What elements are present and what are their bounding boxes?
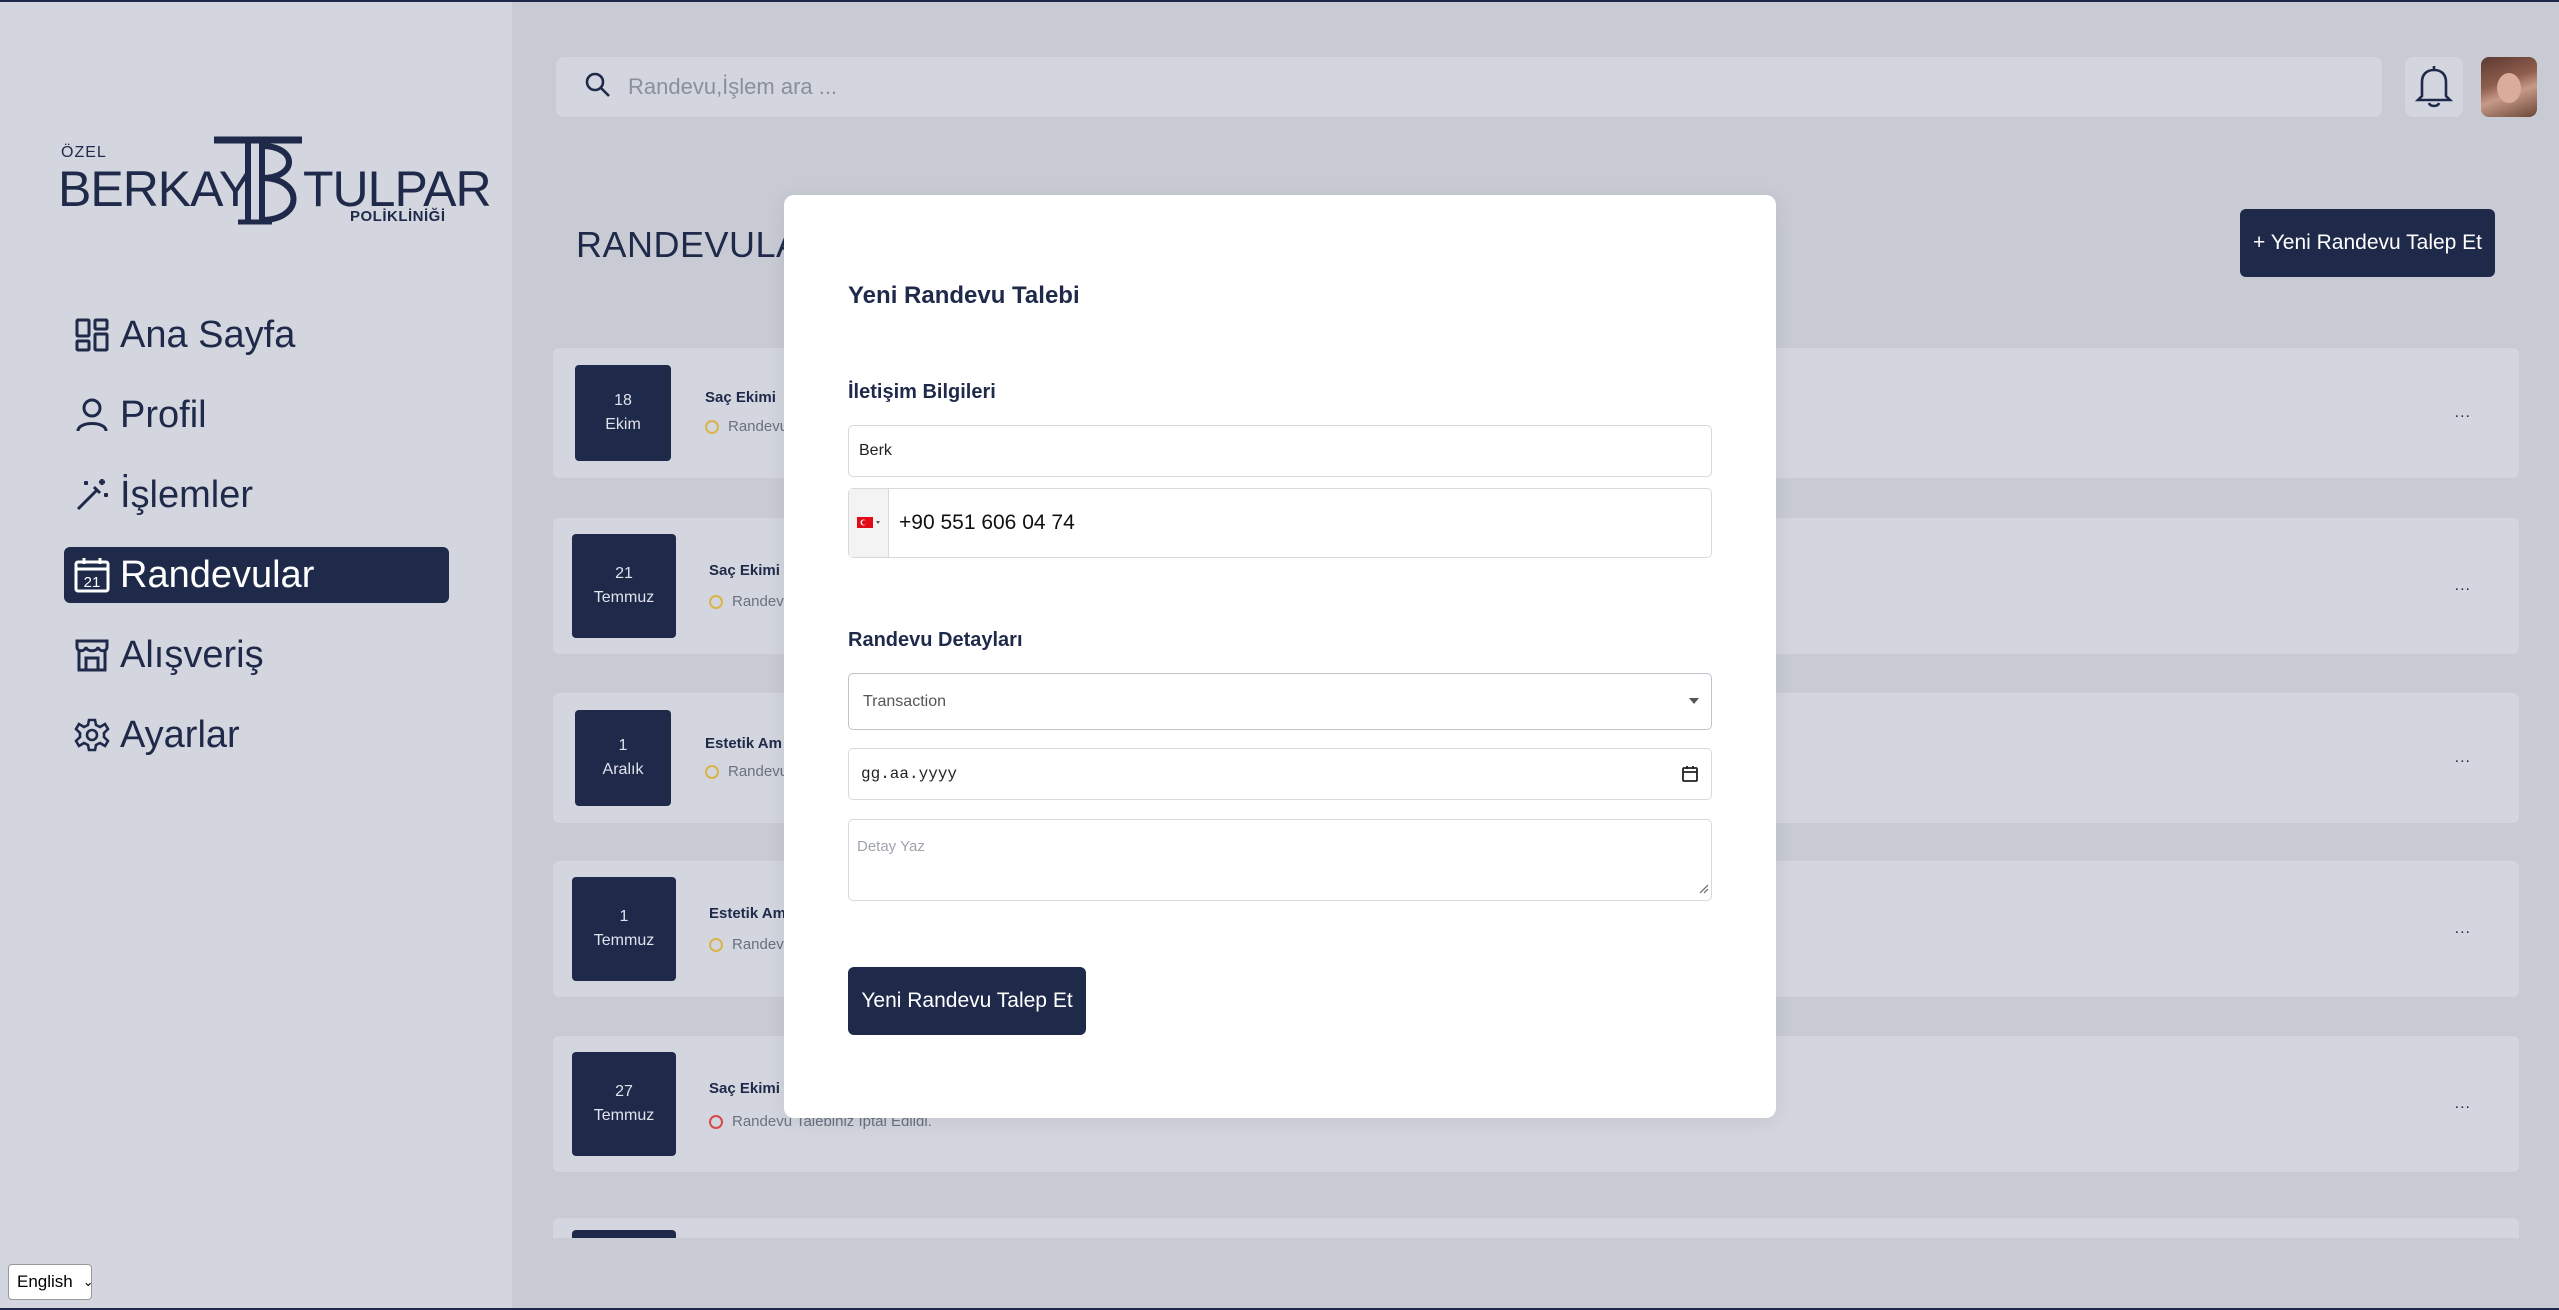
appointment-status: Randevu	[709, 593, 792, 610]
sidebar-item-randevular[interactable]: 21 Randevular	[64, 547, 449, 603]
phone-value: +90 551 606 04 74	[899, 511, 1075, 534]
gear-icon	[72, 715, 112, 755]
logo-monogram-icon	[214, 136, 302, 225]
language-select[interactable]: English ⌄	[8, 1264, 94, 1300]
appointment-date: 18 Ekim	[575, 365, 671, 461]
sidebar-item-ayarlar[interactable]: Ayarlar	[64, 707, 449, 763]
appointment-title: Saç Ekimi	[705, 389, 776, 406]
transaction-value: Transaction	[863, 692, 946, 710]
sidebar-item-profil[interactable]: Profil	[64, 387, 449, 443]
sidebar-item-label: Profil	[120, 393, 207, 436]
more-options-button[interactable]: ...	[2455, 749, 2471, 767]
search-bar[interactable]: Randevu,İşlem ara ...	[556, 57, 2382, 117]
appointment-day: 1	[619, 908, 629, 925]
sidebar: ÖZEL BERKAY TULPAR POLİKLİNİĞİ Ana Sayfa	[0, 2, 512, 1308]
more-options-button[interactable]: ...	[2455, 404, 2471, 422]
appointment-title: Estetik Am	[709, 905, 786, 922]
more-options-button[interactable]: ...	[2455, 577, 2471, 595]
sidebar-item-alisveris[interactable]: Alışveriş	[64, 627, 449, 683]
chevron-down-icon	[1689, 698, 1699, 704]
detail-placeholder: Detay Yaz	[857, 838, 925, 855]
appointment-month: Aralık	[602, 761, 644, 778]
logo-poliklinik-text: POLİKLİNİĞİ	[350, 208, 446, 225]
appointment-month: Temmuz	[593, 1107, 655, 1124]
clinic-logo[interactable]: ÖZEL BERKAY TULPAR POLİKLİNİĞİ	[58, 132, 492, 232]
phone-field[interactable]: +90 551 606 04 74	[848, 488, 1712, 558]
new-appointment-modal: Yeni Randevu Talebi İletişim Bilgileri B…	[784, 195, 1776, 1118]
notification-button[interactable]	[2405, 57, 2463, 117]
resize-grip-icon[interactable]	[1697, 881, 1709, 898]
appointment-day: 18	[614, 392, 632, 409]
more-options-button[interactable]: ...	[2455, 1095, 2471, 1113]
contact-section-heading: İletişim Bilgileri	[848, 381, 996, 403]
date-field[interactable]: gg.aa.yyyy	[848, 748, 1712, 800]
submit-appointment-button[interactable]: Yeni Randevu Talep Et	[848, 967, 1086, 1035]
language-value: English	[17, 1272, 73, 1291]
grid-icon	[72, 315, 112, 355]
appointment-day: 21	[615, 565, 633, 582]
appointment-date	[572, 1230, 676, 1238]
bell-icon	[2414, 62, 2454, 113]
avatar-face	[2497, 73, 2521, 103]
chevron-down-icon: ⌄	[82, 1274, 94, 1289]
appointment-date: 1 Temmuz	[572, 877, 676, 981]
search-icon	[584, 71, 612, 104]
store-icon	[72, 635, 112, 675]
appointment-title: Saç Ekimi	[709, 1080, 780, 1097]
appointment-status: Randevu	[705, 418, 788, 435]
clock-icon	[705, 419, 719, 434]
turkey-flag-icon	[856, 517, 880, 528]
svg-text:21: 21	[84, 574, 101, 591]
details-section-heading: Randevu Detayları	[848, 629, 1023, 651]
clock-icon	[709, 937, 723, 952]
appointment-date: 21 Temmuz	[572, 534, 676, 638]
name-value: Berk	[859, 442, 892, 459]
appointment-date: 1 Aralık	[575, 710, 671, 806]
sidebar-item-ana-sayfa[interactable]: Ana Sayfa	[64, 307, 449, 363]
sidebar-nav: Ana Sayfa Profil İşlemler 21 Randevular …	[64, 307, 449, 787]
sidebar-item-islemler[interactable]: İşlemler	[64, 467, 449, 523]
app-window: ÖZEL BERKAY TULPAR POLİKLİNİĞİ Ana Sayfa	[0, 2, 2559, 1308]
appointment-day: 27	[615, 1083, 633, 1100]
appointment-month: Temmuz	[593, 589, 655, 606]
user-icon	[72, 395, 112, 435]
clock-icon	[705, 764, 719, 779]
transaction-select[interactable]: Transaction	[848, 673, 1712, 730]
sidebar-item-label: Alışveriş	[120, 633, 264, 676]
avatar[interactable]	[2481, 57, 2537, 117]
appointment-status: Randevu	[709, 936, 792, 953]
appointment-month: Ekim	[605, 416, 641, 433]
detail-textarea[interactable]: Detay Yaz	[848, 819, 1712, 901]
magic-wand-icon	[72, 475, 112, 515]
appointment-month: Temmuz	[593, 932, 655, 949]
new-appointment-button[interactable]: + Yeni Randevu Talep Et	[2240, 209, 2495, 277]
more-options-button[interactable]: ...	[2455, 920, 2471, 938]
search-input[interactable]: Randevu,İşlem ara ...	[628, 74, 837, 100]
modal-title: Yeni Randevu Talebi	[848, 282, 1080, 309]
name-field[interactable]: Berk	[848, 425, 1712, 477]
sidebar-item-label: İşlemler	[120, 473, 254, 516]
appointment-status: Randevu	[705, 763, 788, 780]
clock-icon	[709, 594, 723, 609]
appointment-date: 27 Temmuz	[572, 1052, 676, 1156]
appointment-day: 1	[618, 737, 628, 754]
country-flag-dropdown[interactable]	[849, 489, 889, 557]
appointment-card[interactable]	[553, 1218, 2519, 1238]
sidebar-item-label: Ana Sayfa	[120, 313, 296, 356]
date-placeholder: gg.aa.yyyy	[861, 765, 958, 783]
sidebar-item-label: Randevular	[120, 553, 315, 596]
sidebar-item-label: Ayarlar	[120, 713, 240, 756]
appointment-title: Saç Ekimi	[709, 562, 780, 579]
appointment-title: Estetik Am	[705, 735, 782, 752]
calendar-picker-icon[interactable]	[1681, 765, 1699, 788]
cancel-circle-icon	[709, 1114, 723, 1129]
calendar-icon: 21	[72, 555, 112, 595]
